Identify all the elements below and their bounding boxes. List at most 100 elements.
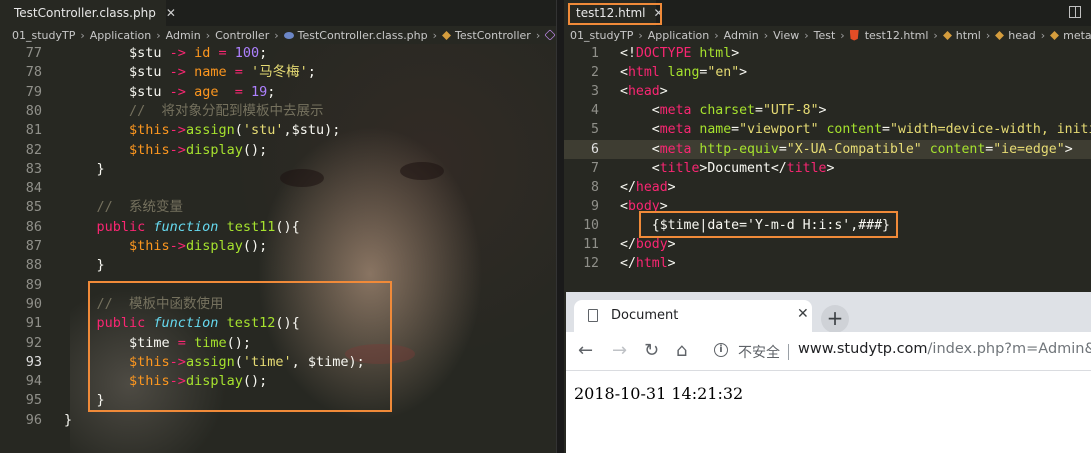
code-token: charset	[699, 103, 755, 119]
breadcrumb-item[interactable]: Application	[90, 29, 151, 42]
class-icon	[442, 30, 451, 40]
code-line[interactable]: 86 public function test11(){	[0, 218, 556, 237]
line-number: 9	[591, 198, 599, 214]
code-token: "viewport"	[739, 122, 827, 138]
breadcrumb-item[interactable]: meta	[1063, 29, 1091, 42]
code-token: content	[929, 141, 986, 157]
code-line[interactable]: 87 $this->display();	[0, 237, 556, 256]
code-line[interactable]: 5 <meta name="viewport" content="width=d…	[564, 120, 1091, 139]
url-input[interactable]: www.studytp.com/index.php?m=Admin&c=	[798, 341, 1091, 357]
code-line[interactable]: 96}	[0, 411, 556, 430]
breadcrumb-item[interactable]: 01_studyTP	[12, 29, 75, 42]
code-text: <title>Document</title>	[620, 159, 835, 178]
code-text: </html>	[620, 254, 676, 273]
code-line[interactable]: 2 <html lang="en">	[564, 63, 1091, 82]
code-line[interactable]: 8 </head>	[564, 178, 1091, 197]
reload-icon[interactable]: ↻	[644, 340, 659, 361]
code-line[interactable]: 79 $stu -> age = 19;	[0, 83, 556, 102]
security-label[interactable]: 不安全	[738, 342, 780, 362]
breadcrumb-item[interactable]: head	[1008, 29, 1035, 42]
breadcrumb-item[interactable]: html	[956, 29, 981, 42]
breadcrumb-item[interactable]: View	[773, 29, 799, 42]
split-editor-icon[interactable]	[1069, 6, 1081, 18]
code-token: meta	[659, 141, 700, 157]
code-token: </	[620, 237, 636, 252]
breadcrumb-item[interactable]: test12.html	[865, 29, 929, 42]
code-line[interactable]: 82 $this->display();	[0, 141, 556, 160]
code-token: display	[185, 141, 243, 158]
browser-tab-title: Document	[611, 308, 679, 323]
html-file-icon	[849, 29, 859, 41]
code-line[interactable]: 4 <meta charset="UTF-8">	[564, 101, 1091, 120]
line-number: 6	[591, 141, 599, 157]
url-host: www.studytp.com	[798, 341, 928, 357]
code-text: </head>	[620, 178, 676, 197]
code-line[interactable]: 1 <!DOCTYPE html>	[564, 44, 1091, 63]
code-token: (){	[275, 218, 300, 235]
line-number: 8	[591, 179, 599, 195]
code-token: name	[185, 64, 235, 81]
new-tab-button[interactable]: +	[821, 305, 849, 333]
code-text: }	[64, 160, 105, 179]
breadcrumb-item[interactable]: Test	[814, 29, 836, 42]
chevron-right-icon: ›	[274, 28, 279, 42]
code-line[interactable]: 84	[0, 179, 556, 198]
code-text: <!DOCTYPE html>	[620, 44, 739, 63]
code-token: >	[1064, 141, 1073, 157]
code-token: age	[185, 83, 235, 100]
code-line[interactable]: 6 <meta http-equiv="X-UA-Compatible" con…	[564, 139, 1091, 159]
code-text: public function test11(){	[64, 218, 300, 237]
breadcrumb-item[interactable]: TestController.class.php	[298, 29, 428, 42]
breadcrumb-item[interactable]: Controller	[215, 29, 269, 42]
breadcrumb-item[interactable]: TestController	[455, 29, 531, 42]
code-token: ();	[242, 141, 268, 158]
code-line[interactable]: 77 $stu -> id = 100;	[0, 44, 556, 63]
code-token: $stu	[64, 83, 170, 100]
browser-tab[interactable]: Document ✕	[574, 300, 812, 332]
code-token: <	[620, 160, 660, 176]
code-token: "UTF-8"	[762, 103, 819, 119]
code-token: id	[185, 45, 219, 61]
line-number: 84	[25, 180, 42, 197]
home-icon[interactable]: ⌂	[676, 340, 687, 361]
browser-tab-strip: Document ✕ +	[566, 292, 1091, 333]
line-number: 89	[25, 276, 42, 293]
line-number: 5	[591, 122, 599, 138]
code-line[interactable]: 80 // 将对象分配到模板中去展示	[0, 102, 556, 121]
tab-testcontroller[interactable]: TestController.class.php ✕	[0, 0, 176, 26]
code-token: content	[826, 122, 883, 138]
breadcrumb-item[interactable]: Application	[648, 29, 709, 42]
code-line[interactable]: 83 }	[0, 160, 556, 179]
code-line[interactable]: 12 </html>	[564, 254, 1091, 273]
line-number: 10	[583, 217, 599, 233]
line-number: 4	[591, 103, 599, 119]
code-token: "X-UA-Compatible"	[786, 141, 930, 157]
code-token: ;	[267, 83, 276, 100]
highlight-box-tab	[568, 3, 662, 25]
code-line[interactable]: 7 <title>Document</title>	[564, 159, 1091, 178]
code-token: test11	[226, 218, 276, 235]
info-icon[interactable]: i	[714, 343, 728, 357]
code-line[interactable]: 81 $this->assign('stu',$stu);	[0, 121, 556, 140]
chevron-right-icon: ›	[714, 28, 719, 42]
code-token: title	[786, 160, 827, 176]
line-number: 83	[25, 160, 42, 177]
code-line[interactable]: 88 }	[0, 256, 556, 275]
code-token: ;	[307, 64, 316, 81]
back-icon[interactable]: ←	[578, 340, 593, 361]
close-icon[interactable]: ✕	[797, 306, 809, 322]
breadcrumb-item[interactable]: 01_studyTP	[570, 29, 633, 42]
tag-icon	[995, 30, 1005, 40]
close-icon[interactable]: ✕	[166, 6, 176, 20]
code-editor[interactable]: 1 <!DOCTYPE html> 2 <html lang="en"> 3 <head>…	[564, 44, 1091, 294]
code-token: <	[620, 141, 660, 157]
forward-icon[interactable]: →	[612, 340, 627, 361]
breadcrumb-item[interactable]: Admin	[724, 29, 759, 42]
code-line[interactable]: 78 $stu -> name = '马冬梅';	[0, 63, 556, 82]
php-file-icon	[283, 31, 294, 39]
code-token: ->	[169, 64, 186, 81]
breadcrumb-item[interactable]: Admin	[166, 29, 201, 42]
code-line[interactable]: 3 <head>	[564, 82, 1091, 101]
code-line[interactable]: 85 // 系统变量	[0, 198, 556, 217]
chevron-right-icon: ›	[804, 28, 809, 42]
